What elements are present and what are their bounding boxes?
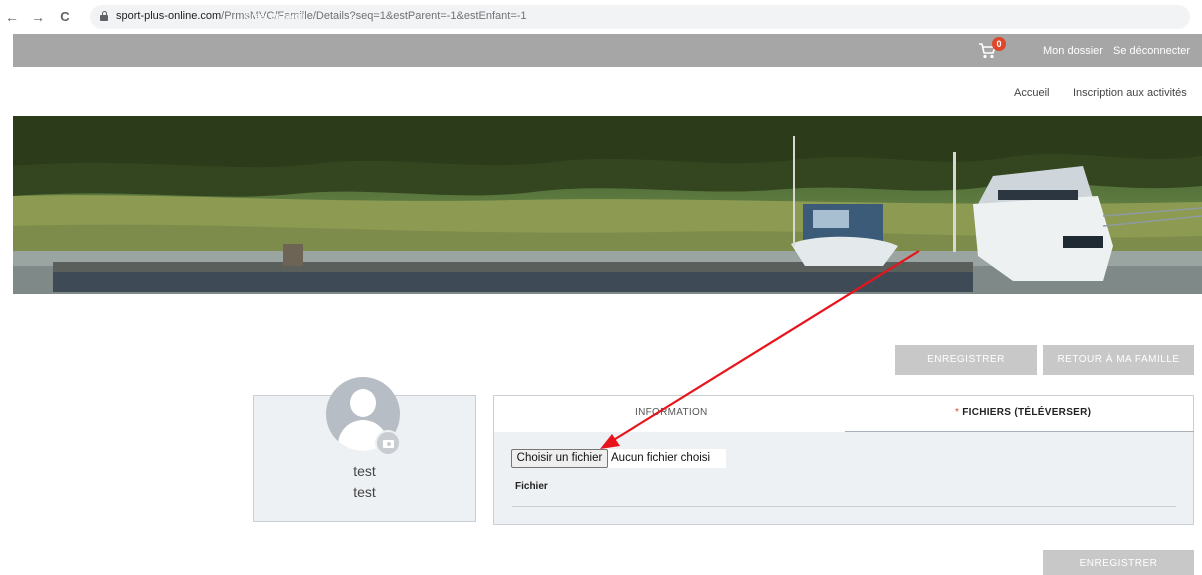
file-status-text: Aucun fichier choisi <box>608 449 726 468</box>
file-field-divider <box>512 506 1176 507</box>
camera-icon[interactable] <box>375 430 401 456</box>
tab-information[interactable]: INFORMATION <box>635 407 708 418</box>
my-file-link[interactable]: Mon dossier <box>1043 45 1103 57</box>
save-button-bottom[interactable]: ENREGISTRER <box>1043 550 1194 575</box>
save-button[interactable]: ENREGISTRER <box>895 345 1037 375</box>
active-tab-underline <box>845 431 1194 432</box>
reload-icon[interactable]: C <box>57 9 73 25</box>
browser-toolbar: ← → C sport-plus-online.com/PrmsMVC/Fami… <box>0 0 1202 34</box>
create-favorite-link[interactable]: Créer un favori <box>245 11 305 21</box>
logout-link[interactable]: Se déconnecter <box>1113 45 1190 57</box>
url-host: sport-plus-online.com <box>116 10 222 22</box>
choose-file-button[interactable]: Choisir un fichier <box>511 449 608 468</box>
profile-first-name: test <box>353 463 376 479</box>
tab-files-upload[interactable]: * FICHIERS (TÉLÉVERSER) <box>955 407 1091 418</box>
home-link[interactable]: Accueil <box>1014 87 1049 99</box>
app-top-bar <box>13 34 1202 67</box>
tab-files-label: FICHIERS (TÉLÉVERSER) <box>962 407 1092 418</box>
file-field-label: Fichier <box>515 481 548 492</box>
back-icon[interactable]: ← <box>4 9 20 25</box>
cart-count-badge: 0 <box>992 37 1006 51</box>
lock-icon <box>100 11 108 21</box>
url-text[interactable]: sport-plus-online.com/PrmsMVC/Famille/De… <box>116 10 527 22</box>
forward-icon[interactable]: → <box>30 9 46 25</box>
profile-last-name: test <box>353 484 376 500</box>
banner-image <box>13 116 1202 294</box>
back-to-family-button[interactable]: RETOUR À MA FAMILLE <box>1043 345 1194 375</box>
registration-link[interactable]: Inscription aux activités <box>1073 87 1187 99</box>
required-marker: * <box>955 407 960 418</box>
